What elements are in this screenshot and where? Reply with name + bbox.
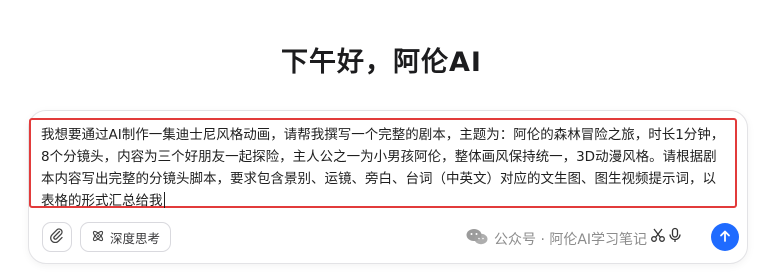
watermark: 公众号 · 阿伦AI学习笔记 — [466, 228, 647, 250]
microphone-icon — [667, 227, 683, 247]
deep-think-button[interactable]: 深度思考 — [80, 222, 172, 252]
deep-think-label: 深度思考 — [110, 230, 161, 246]
wechat-icon — [466, 228, 488, 250]
scissors-button[interactable] — [649, 228, 667, 246]
voice-input-button[interactable] — [666, 227, 684, 247]
scissors-icon — [650, 227, 666, 247]
arrow-up-icon — [718, 228, 732, 247]
page-title: 下午好，阿伦AI — [281, 47, 482, 78]
atom-icon — [91, 229, 105, 246]
watermark-text: 公众号 · 阿伦AI学习笔记 — [494, 232, 648, 248]
prompt-text: 我想要通过AI制作一集迪士尼风格动画，请帮我撰写一个完整的剧本，主题为：阿伦的森… — [41, 127, 725, 209]
text-caret — [163, 192, 165, 208]
send-button[interactable] — [711, 223, 739, 251]
prompt-input[interactable]: 我想要通过AI制作一集迪士尼风格动画，请帮我撰写一个完整的剧本，主题为：阿伦的森… — [29, 118, 737, 209]
paperclip-icon — [49, 227, 65, 247]
attach-button[interactable] — [42, 222, 72, 252]
